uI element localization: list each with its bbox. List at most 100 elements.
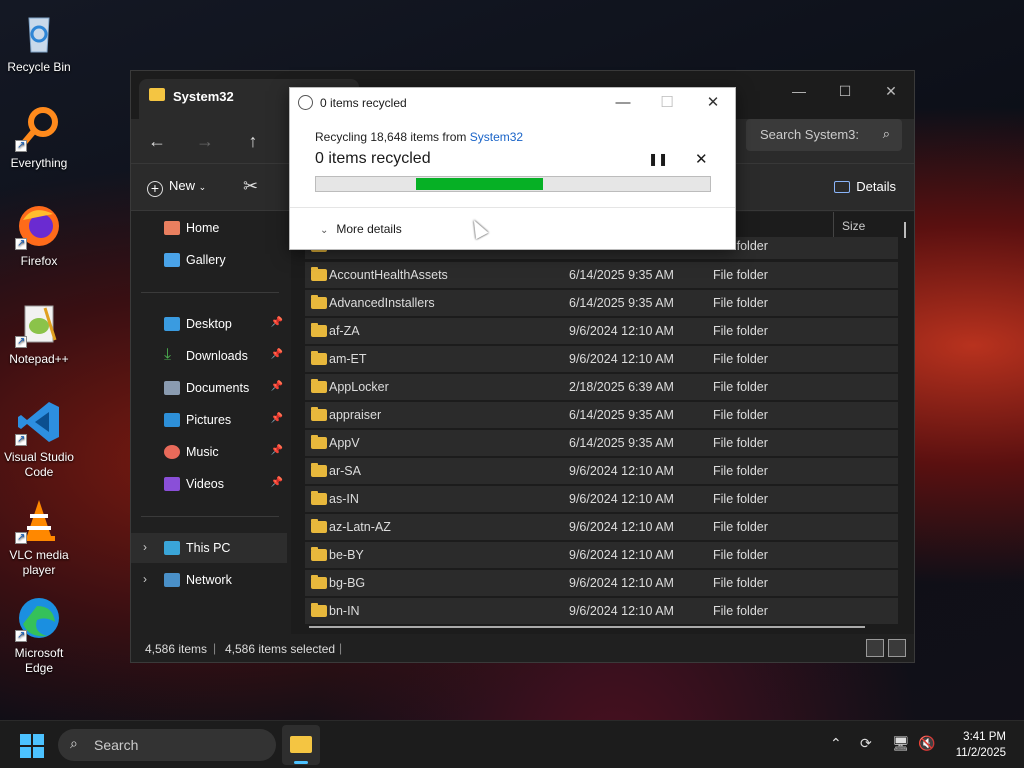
firefox-shortcut[interactable]: Firefox [2, 202, 76, 269]
taskbar-file-explorer[interactable] [282, 725, 320, 765]
dialog-close-button[interactable]: ✕ [698, 92, 728, 114]
recycle-status: 0 items recycled [315, 150, 431, 167]
row-type: File folder [713, 492, 768, 506]
tiles-view-icon[interactable] [888, 639, 906, 657]
selected-count: 4,586 items selected [225, 642, 336, 656]
nav-network[interactable]: › Network [131, 565, 287, 595]
vscode-icon [15, 398, 63, 447]
table-row[interactable]: am-ET 9/6/2024 12:10 AM File folder [305, 346, 898, 372]
windows-start-icon[interactable] [20, 734, 44, 758]
row-date: 6/14/2025 9:35 AM [569, 408, 674, 422]
plus-icon: + [147, 181, 163, 197]
table-row[interactable]: ar-SA 9/6/2024 12:10 AM File folder [305, 458, 898, 484]
row-date: 6/14/2025 9:35 AM [569, 268, 674, 282]
system-clock[interactable]: 3:41 PM 11/2/2025 [956, 729, 1006, 761]
notepadpp-label: Notepad++ [9, 352, 69, 366]
table-row[interactable]: AppV 6/14/2025 9:35 AM File folder [305, 430, 898, 456]
maximize-button[interactable]: ☐ [822, 77, 868, 105]
pause-icon[interactable]: ❚❚ [648, 152, 668, 166]
search-input[interactable]: Search System3: ⌕ [746, 119, 902, 151]
nav-gallery-label: Gallery [186, 253, 226, 267]
nav-videos-label: Videos [186, 477, 224, 491]
folder-icon [311, 491, 327, 505]
search-icon: ⌕ [882, 126, 890, 141]
notepadpp-shortcut[interactable]: Notepad++ [2, 300, 76, 367]
pictures-icon [164, 413, 180, 427]
row-date: 9/6/2024 12:10 AM [569, 576, 674, 590]
table-row[interactable]: az-Latn-AZ 9/6/2024 12:10 AM File folder [305, 514, 898, 540]
nav-gallery[interactable]: Gallery [131, 245, 287, 275]
nav-videos[interactable]: Videos 📌 [131, 469, 287, 499]
minimize-button[interactable]: — [776, 77, 822, 105]
new-label: New [169, 178, 196, 193]
row-date: 2/18/2025 6:39 AM [569, 380, 674, 394]
table-row[interactable]: bg-BG 9/6/2024 12:10 AM File folder [305, 570, 898, 596]
sync-icon[interactable]: ⟳ [860, 735, 872, 752]
row-type: File folder [713, 268, 768, 282]
table-row[interactable]: appraiser 6/14/2025 9:35 AM File folder [305, 402, 898, 428]
row-name: as-IN [329, 492, 359, 506]
row-name: az-Latn-AZ [329, 520, 391, 534]
taskbar-search-label: Search [94, 737, 139, 753]
column-size[interactable]: Size [833, 212, 873, 240]
table-row[interactable]: AccountHealthAssets 6/14/2025 9:35 AM File… [305, 262, 898, 288]
cut-icon[interactable]: ✂ [243, 176, 258, 197]
network-status-icon[interactable]: 🖥 [892, 735, 910, 752]
firefox-icon [15, 202, 63, 251]
back-arrow-icon[interactable]: ← [145, 129, 169, 153]
nav-desktop[interactable]: Desktop 📌 [131, 309, 287, 339]
chevron-right-icon[interactable]: › [143, 572, 147, 586]
taskbar-search[interactable]: ⌕ Search [58, 729, 276, 761]
progress-fill [416, 178, 543, 190]
vertical-scrollbar[interactable] [904, 222, 906, 238]
table-row[interactable]: be-BY 9/6/2024 12:10 AM File folder [305, 542, 898, 568]
nav-pictures-label: Pictures [186, 413, 232, 427]
dialog-maximize-button: ☐ [660, 94, 674, 111]
new-button[interactable]: + New ⌄ [147, 178, 206, 197]
nav-home[interactable]: Home [131, 213, 287, 243]
table-row[interactable]: bn-IN 9/6/2024 12:10 AM File folder [305, 598, 898, 624]
chevron-up-icon[interactable]: ⌃ [830, 735, 842, 752]
recycle-bin-shortcut[interactable]: Recycle Bin [2, 8, 76, 75]
chevron-down-icon: ⌄ [198, 182, 207, 192]
details-button[interactable]: Details [834, 179, 896, 194]
up-arrow-icon[interactable]: ↑ [241, 129, 265, 153]
nav-music[interactable]: Music 📌 [131, 437, 287, 467]
nav-documents[interactable]: Documents 📌 [131, 373, 287, 403]
view-switcher [862, 639, 906, 660]
more-details-toggle[interactable]: ⌄ More details [320, 222, 402, 236]
table-row[interactable]: af-ZA 9/6/2024 12:10 AM File folder [305, 318, 898, 344]
table-row[interactable]: AppLocker 2/18/2025 6:39 AM File folder [305, 374, 898, 400]
computer-icon [164, 541, 180, 555]
horizontal-scrollbar[interactable] [309, 626, 865, 628]
chevron-right-icon[interactable]: › [143, 540, 147, 554]
details-pane-icon [834, 181, 851, 193]
nav-pictures[interactable]: Pictures 📌 [131, 405, 287, 435]
edge-shortcut[interactable]: Microsoft Edge [2, 594, 76, 676]
videos-icon [164, 477, 180, 491]
dialog-minimize-button[interactable]: — [608, 92, 638, 114]
details-view-icon[interactable] [866, 639, 884, 657]
vlc-shortcut[interactable]: VLC media player [2, 496, 76, 578]
everything-icon [15, 104, 63, 153]
source-folder-link[interactable]: System32 [470, 130, 523, 144]
progress-bar [315, 176, 711, 192]
forward-arrow-icon[interactable]: → [193, 129, 217, 153]
recycle-bin-icon [15, 8, 63, 56]
nav-downloads[interactable]: ⤓ Downloads 📌 [131, 341, 287, 371]
cancel-icon[interactable]: ✕ [695, 150, 708, 168]
pin-icon: 📌 [270, 413, 283, 424]
row-type: File folder [713, 380, 768, 394]
file-list: Size 0409 4/1/2024 4:07 AM File folder A… [291, 212, 914, 634]
row-name: ar-SA [329, 464, 361, 478]
folder-icon [311, 351, 327, 365]
volume-muted-icon[interactable]: 🔇 [918, 735, 935, 752]
table-row[interactable]: as-IN 9/6/2024 12:10 AM File folder [305, 486, 898, 512]
table-row[interactable]: AdvancedInstallers 6/14/2025 9:35 AM File … [305, 290, 898, 316]
close-button[interactable]: ✕ [868, 77, 914, 105]
nav-desktop-label: Desktop [186, 317, 232, 331]
everything-shortcut[interactable]: Everything [2, 104, 76, 171]
row-type: File folder [713, 520, 768, 534]
nav-this-pc[interactable]: › This PC [131, 533, 287, 563]
vscode-shortcut[interactable]: Visual Studio Code [2, 398, 76, 480]
